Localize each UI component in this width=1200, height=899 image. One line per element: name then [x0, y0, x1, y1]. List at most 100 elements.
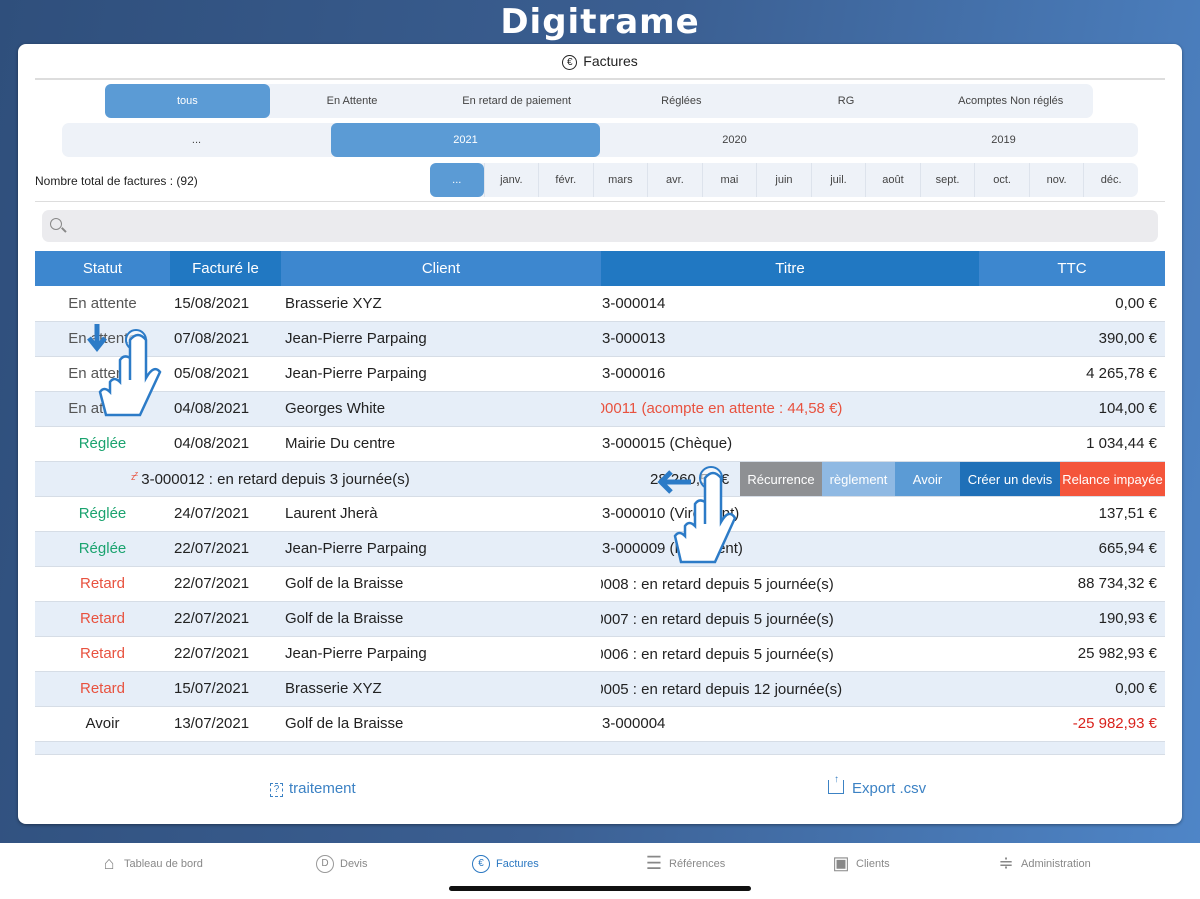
- tab-label: Clients: [856, 858, 890, 870]
- month-filter-option[interactable]: août: [865, 163, 920, 197]
- year-filter-option[interactable]: 2020: [600, 123, 869, 157]
- date-cell: 22/07/2021: [170, 566, 281, 602]
- status-cell: Retard: [35, 671, 170, 707]
- table-row[interactable]: Retard 22/07/2021 Golf de la Braisse zz3…: [35, 601, 1165, 637]
- status-cell: Réglée: [35, 496, 170, 532]
- column-header-client[interactable]: Client: [281, 251, 601, 286]
- table-row[interactable]: Réglée 22/07/2021 Jean-Pierre Parpaing 3…: [35, 531, 1165, 567]
- total-invoices-count: Nombre total de factures : (92): [35, 174, 198, 188]
- euro-icon: €: [562, 55, 578, 70]
- client-cell: Laurent Jherà: [281, 496, 601, 532]
- status-cell: Réglée: [35, 426, 170, 462]
- amount-cell: 25 982,93 €: [979, 636, 1165, 672]
- status-filter-option[interactable]: Réglées: [599, 84, 764, 118]
- amount-cell: 0,00 €: [979, 286, 1165, 322]
- créer-un-devis-action-button[interactable]: Créer un devis: [960, 461, 1060, 495]
- client-cell: Jean-Pierre Parpaing: [281, 321, 601, 357]
- client-cell: Jean-Pierre Parpaing: [281, 356, 601, 392]
- r-glement-action-button[interactable]: règlement: [822, 461, 895, 495]
- export-label: Export .csv: [852, 780, 927, 797]
- table-row[interactable]: Réglée 04/08/2021 Mairie Du centre 3-000…: [35, 426, 1165, 462]
- table-row[interactable]: Retard 22/07/2021 Golf de la Braisse zz3…: [35, 566, 1165, 602]
- date-cell: 04/08/2021: [170, 391, 281, 427]
- column-header-status[interactable]: Statut: [35, 251, 170, 286]
- month-filter-option[interactable]: déc.: [1083, 163, 1138, 197]
- column-header-ttc[interactable]: TTC: [979, 251, 1165, 286]
- avoir-action-button[interactable]: Avoir: [895, 461, 960, 495]
- page-title-text: Factures: [583, 53, 638, 69]
- divider: [35, 78, 1165, 80]
- date-cell: 04/08/2021: [170, 426, 281, 462]
- table-row[interactable]: En attente 15/08/2021 Brasserie XYZ 3-00…: [35, 286, 1165, 322]
- column-header-title[interactable]: Titre: [601, 251, 979, 286]
- table-row[interactable]: zz 3-000012 : en retard depuis 3 journée(…: [35, 461, 1165, 497]
- table-row[interactable]: En attente 07/08/2021 Jean-Pierre Parpai…: [35, 321, 1165, 357]
- amount-cell: 1 034,44 €: [979, 426, 1165, 462]
- table-row[interactable]: En attente 05/08/2021 Jean-Pierre Parpai…: [35, 356, 1165, 392]
- swipe-hand-gesture-icon: [657, 466, 737, 564]
- divider: [35, 201, 1165, 202]
- status-filter-option[interactable]: Acomptes Non réglés: [928, 84, 1093, 118]
- status-filter-option[interactable]: En retard de paiement: [434, 84, 599, 118]
- relance-impayée-action-button[interactable]: Relance impayée: [1060, 461, 1165, 495]
- month-filter-option[interactable]: févr.: [538, 163, 593, 197]
- client-cell: Golf de la Braisse: [281, 566, 601, 602]
- date-cell: 07/08/2021: [170, 321, 281, 357]
- récurrence-action-button[interactable]: Récurrence: [740, 461, 822, 495]
- title-cell: 3-000007 : en retard depuis 5 journée(s): [601, 611, 834, 628]
- column-header-date[interactable]: Facturé le: [170, 251, 281, 286]
- tab-clients[interactable]: ▣ Clients: [832, 854, 890, 873]
- table-row[interactable]: En attente 04/08/2021 Georges White !3-0…: [35, 391, 1165, 427]
- title-cell: 3-000016: [602, 365, 666, 382]
- table-row[interactable]: Avoir 13/07/2021 Golf de la Braisse 3-00…: [35, 706, 1165, 742]
- tab-tableau-de-bord[interactable]: ⌂ Tableau de bord: [100, 854, 203, 873]
- month-filter-option[interactable]: oct.: [974, 163, 1029, 197]
- search-icon: [50, 218, 62, 230]
- client-cell: Mairie Du centre: [281, 426, 601, 462]
- title-cell: 3-000005 : en retard depuis 12 journée(s…: [601, 681, 843, 698]
- month-filter-option[interactable]: avr.: [647, 163, 702, 197]
- export-csv-button[interactable]: ↑ Export .csv: [828, 774, 927, 797]
- client-cell: Golf de la Braisse: [281, 601, 601, 637]
- status-filter-option[interactable]: RG: [764, 84, 929, 118]
- invoice-title: 3-000012 : en retard depuis 3 journée(s): [141, 471, 410, 488]
- month-filter-option[interactable]: juin: [756, 163, 811, 197]
- title-cell: 3-000014: [602, 294, 666, 312]
- table-row[interactable]: Retard 22/07/2021 Jean-Pierre Parpaing z…: [35, 636, 1165, 672]
- year-filter-option[interactable]: ...: [62, 123, 331, 157]
- year-filter-option[interactable]: 2019: [869, 123, 1138, 157]
- home-indicator: [449, 886, 751, 891]
- title-cell: 3-000011 (acompte en attente : 44,58 €): [601, 400, 843, 417]
- tab-administration[interactable]: ≑ Administration: [997, 854, 1090, 873]
- amount-cell: -25 982,93 €: [979, 706, 1165, 742]
- euro-icon: €: [472, 855, 490, 873]
- amount-cell: 104,00 €: [979, 391, 1165, 427]
- month-filter-option[interactable]: sept.: [919, 163, 975, 197]
- status-cell: Retard: [35, 566, 170, 602]
- tab-devis[interactable]: D Devis: [316, 855, 368, 873]
- month-filter-option[interactable]: nov.: [1028, 163, 1084, 197]
- table-row[interactable]: [35, 741, 1165, 755]
- month-filter-option[interactable]: ...: [430, 163, 484, 197]
- tab-label: Références: [669, 858, 726, 870]
- date-cell: 22/07/2021: [170, 531, 281, 567]
- month-filter-option[interactable]: mars: [592, 163, 648, 197]
- table-row[interactable]: Retard 15/07/2021 Brasserie XYZ zz3-0000…: [35, 671, 1165, 707]
- month-filter-option[interactable]: janv.: [483, 163, 539, 197]
- status-cell: Avoir: [35, 706, 170, 742]
- zz-late-icon: zz: [131, 469, 138, 482]
- status-filter-option[interactable]: En Attente: [270, 84, 435, 118]
- month-filter-option[interactable]: mai: [701, 163, 757, 197]
- app-logo: Digitrame: [500, 2, 700, 42]
- status-filter-option[interactable]: tous: [105, 84, 270, 118]
- treatment-button[interactable]: ? traitement: [270, 780, 356, 797]
- invoices-panel: € Factures tous En Attente En retard de pai…: [18, 44, 1182, 824]
- tab-références[interactable]: ☰ Références: [645, 854, 726, 873]
- search-input[interactable]: [42, 210, 1158, 242]
- tab-label: Devis: [340, 858, 368, 870]
- month-filter-option[interactable]: juil.: [810, 163, 866, 197]
- client-cell: Jean-Pierre Parpaing: [281, 636, 601, 672]
- year-filter-option[interactable]: 2021: [331, 123, 600, 157]
- tab-factures[interactable]: € Factures: [472, 855, 539, 873]
- table-row[interactable]: Réglée 24/07/2021 Laurent Jherà 3-000010…: [35, 496, 1165, 532]
